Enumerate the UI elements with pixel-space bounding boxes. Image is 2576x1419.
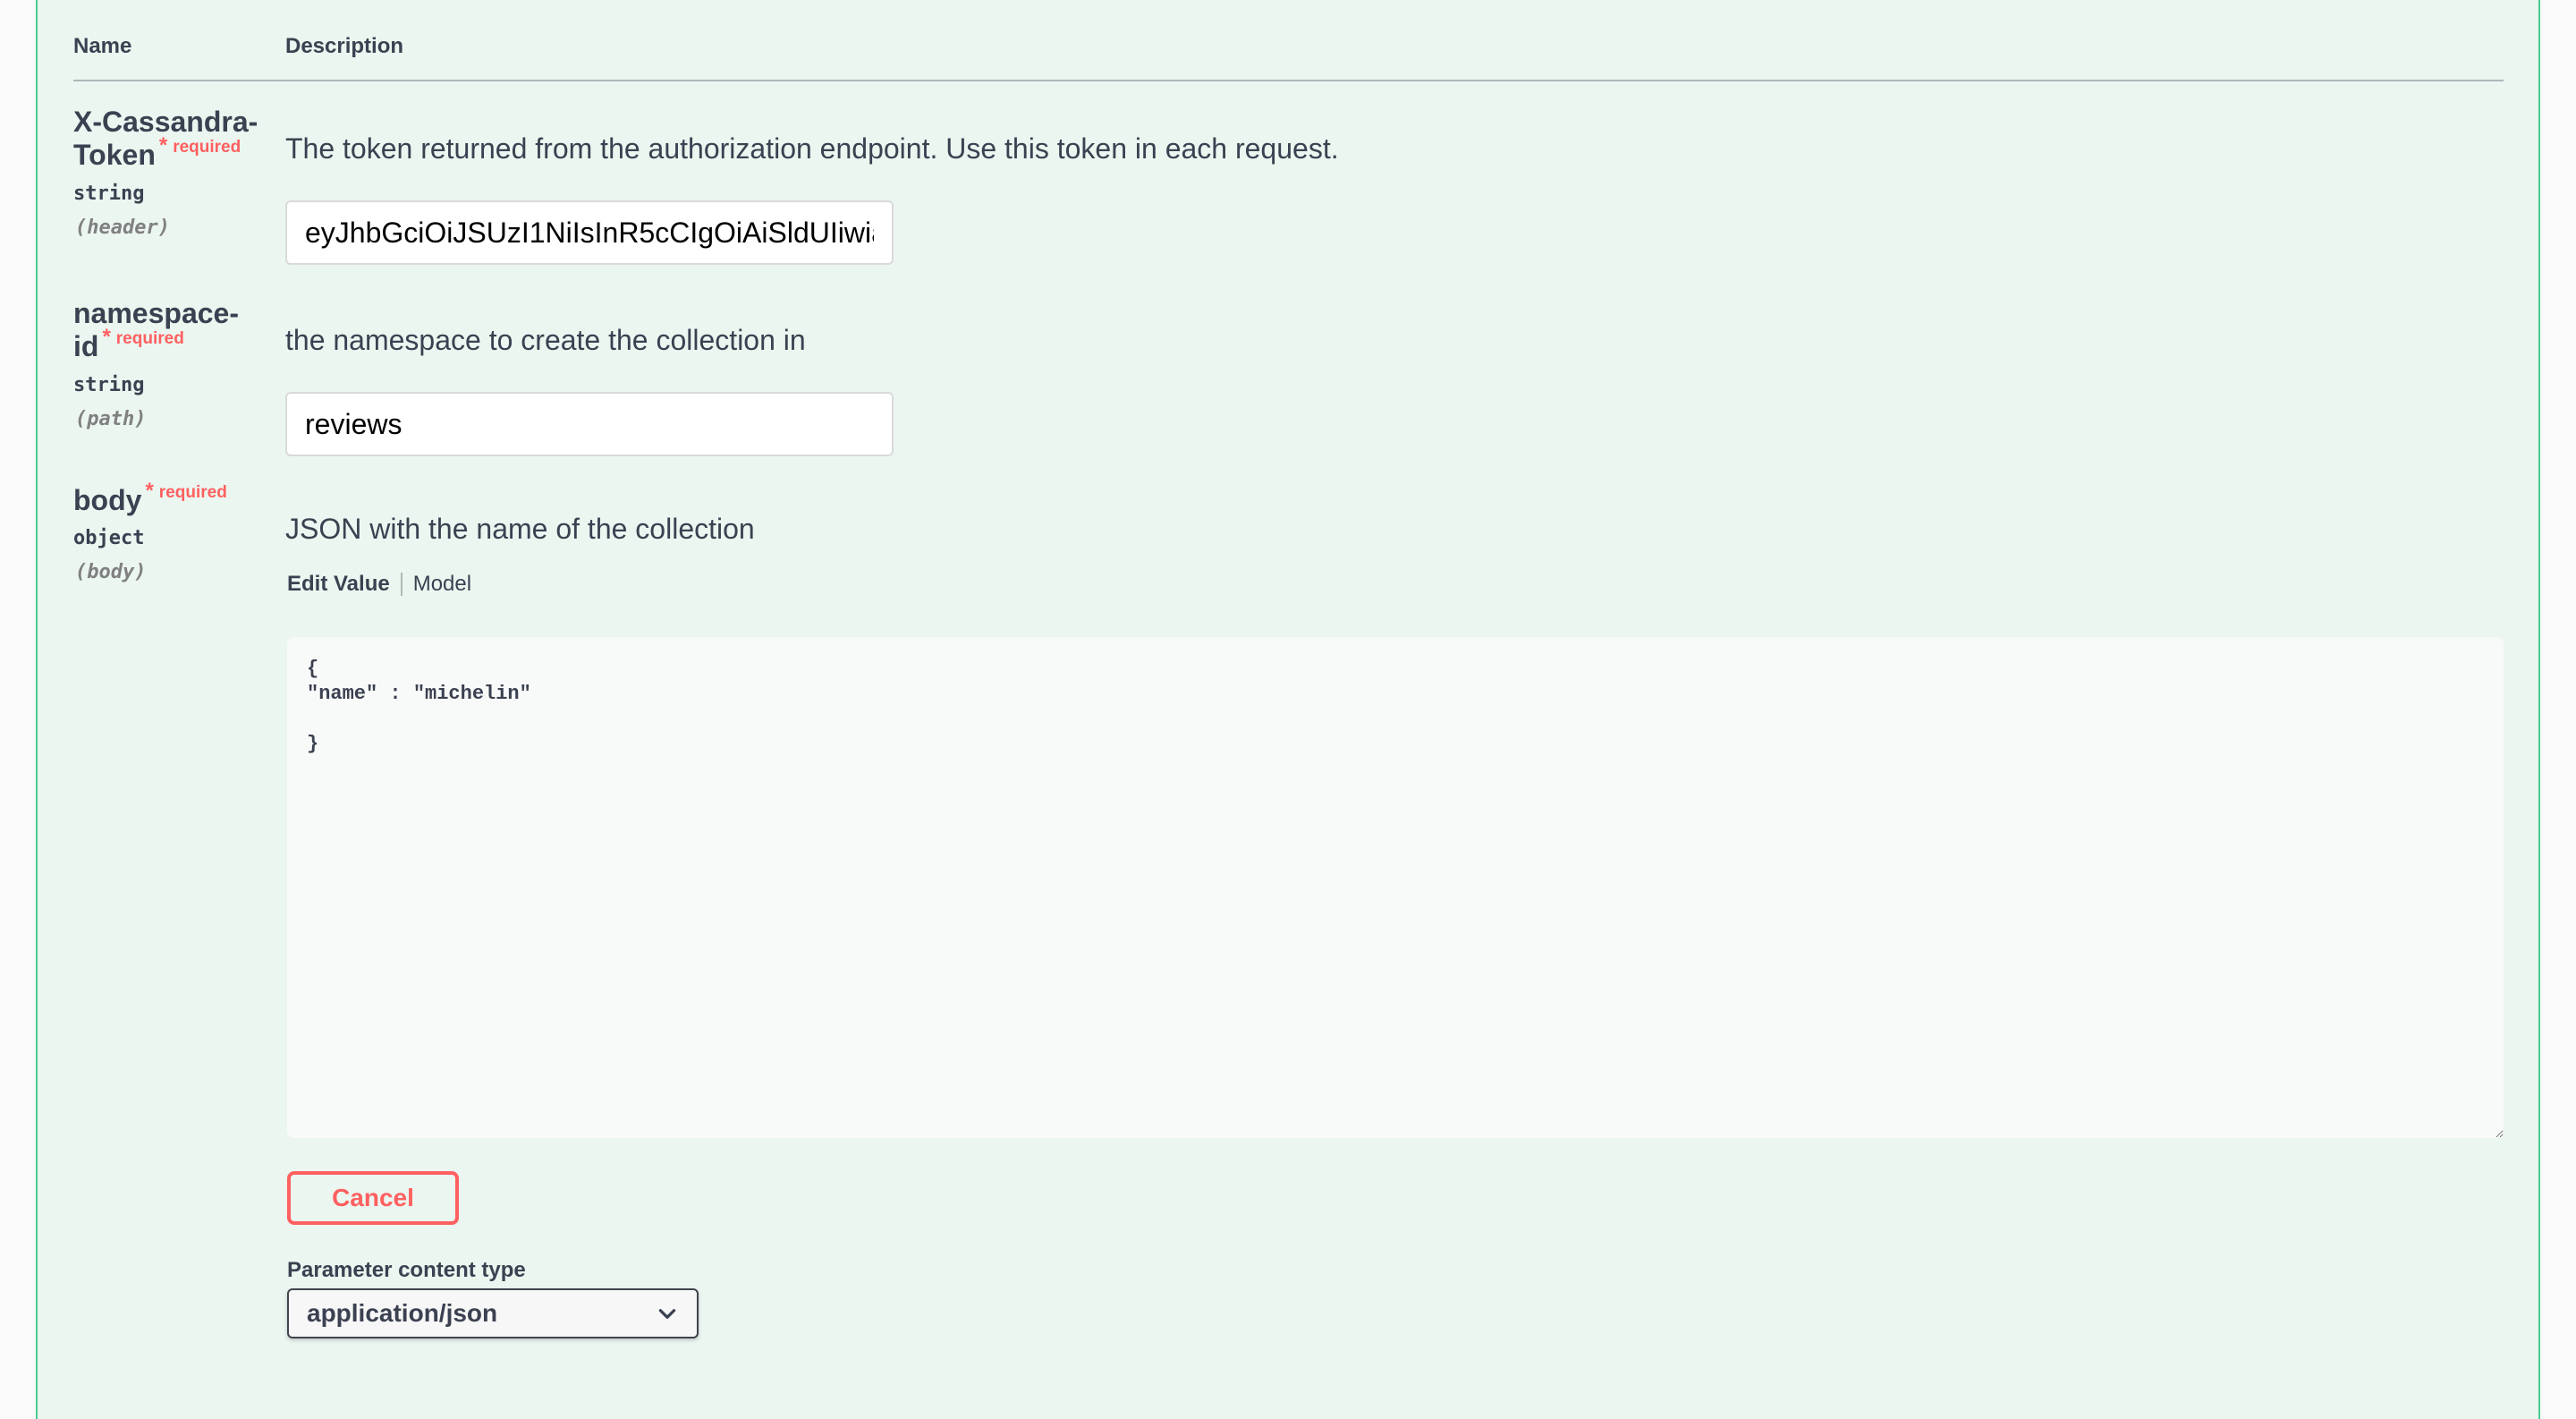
parameter-type: string — [73, 374, 145, 396]
required-label: required — [158, 483, 227, 502]
parameter-type: string — [73, 183, 145, 205]
parameter-name: body — [73, 484, 142, 516]
tab-model[interactable]: Model — [413, 572, 471, 597]
column-header-name: Name — [73, 34, 132, 58]
cancel-button[interactable]: Cancel — [287, 1171, 459, 1225]
parameter-name-line2: Token — [73, 139, 156, 171]
content-type-label: Parameter content type — [287, 1258, 526, 1282]
content-type-selected-value: application/json — [307, 1299, 498, 1327]
namespace-id-input[interactable] — [285, 392, 894, 456]
required-marker: * required — [102, 325, 184, 349]
parameter-name-line2: id — [73, 330, 99, 362]
required-star: * — [145, 479, 154, 503]
parameters-table-header: Name Description — [73, 0, 2504, 81]
body-json-editor[interactable]: { "name" : "michelin" } — [287, 637, 2504, 1138]
content-type-select[interactable]: application/json — [287, 1288, 699, 1338]
body-tabs: Edit Value Model — [287, 572, 471, 597]
required-star: * — [158, 133, 168, 157]
required-marker: * required — [145, 479, 227, 503]
parameter-description: JSON with the name of the collection — [285, 513, 755, 545]
column-header-description: Description — [285, 34, 404, 58]
chevron-down-icon — [658, 1309, 676, 1319]
required-star: * — [102, 325, 111, 349]
parameter-location: (path) — [75, 408, 147, 430]
parameter-name-line1: namespace- — [73, 297, 239, 329]
parameter-location: (header) — [75, 217, 170, 239]
parameter-description: the namespace to create the collection i… — [285, 324, 806, 356]
parameter-location: (body) — [75, 561, 147, 583]
parameter-name-namespace-id: namespace- id * required — [73, 297, 270, 368]
required-label: required — [115, 329, 184, 348]
parameter-type: object — [73, 527, 145, 549]
operation-panel: Name Description X-Cassandra- Token * requ… — [36, 0, 2540, 1419]
parameter-name-token: X-Cassandra- Token * required — [73, 106, 270, 176]
tab-divider — [400, 573, 402, 596]
required-marker: * required — [159, 133, 242, 157]
parameter-name-body: body * required — [73, 479, 270, 522]
token-input[interactable] — [285, 200, 894, 265]
tab-edit-value[interactable]: Edit Value — [287, 572, 390, 597]
required-label: required — [173, 138, 242, 157]
parameter-description: The token returned from the authorizatio… — [285, 132, 1339, 165]
